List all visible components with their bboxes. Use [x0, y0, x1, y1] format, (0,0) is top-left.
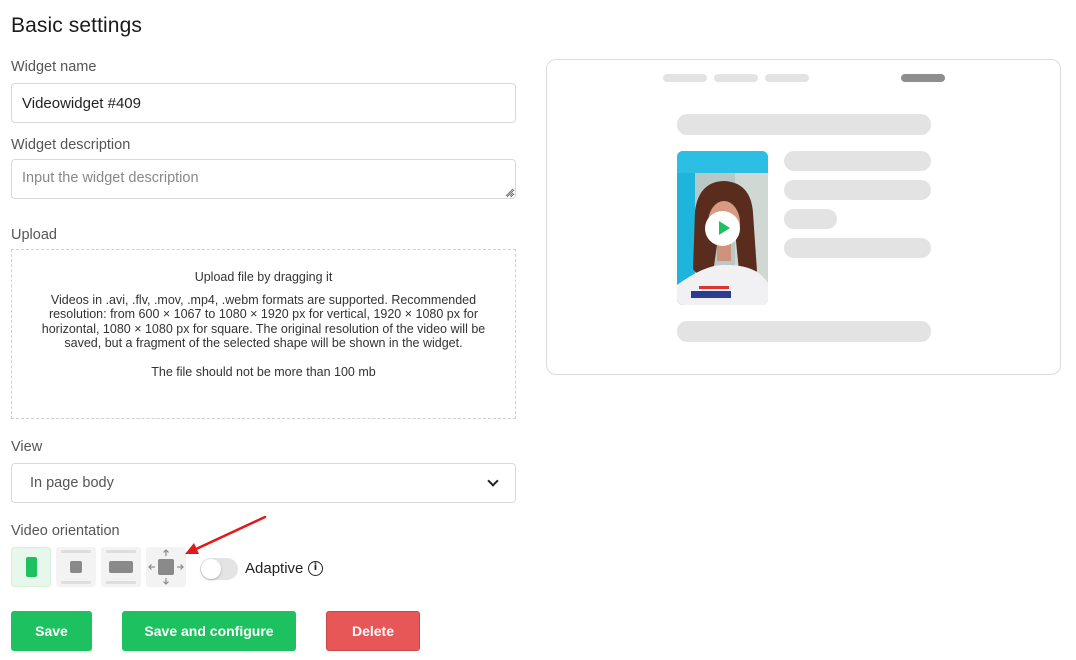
line-decoration: [106, 550, 136, 553]
info-icon[interactable]: i: [308, 561, 323, 576]
line-decoration: [61, 550, 91, 553]
upload-description: Videos in .avi, .flv, .mov, .mp4, .webm …: [41, 292, 486, 351]
play-icon[interactable]: [705, 211, 740, 246]
skeleton-nav-button: [901, 74, 945, 82]
square-orientation-icon: [70, 561, 82, 573]
save-and-configure-button[interactable]: Save and configure: [122, 611, 296, 651]
delete-button[interactable]: Delete: [326, 611, 420, 651]
orientation-vertical-button[interactable]: [11, 547, 51, 587]
skeleton-footer: [677, 321, 931, 342]
toggle-knob: [201, 559, 221, 579]
widget-description-field[interactable]: [11, 159, 516, 199]
upload-label: Upload: [11, 227, 57, 243]
video-orientation-label: Video orientation: [11, 523, 120, 539]
orientation-square-button[interactable]: [56, 547, 96, 587]
skeleton-nav-line: [663, 74, 707, 82]
widget-name-input[interactable]: [11, 83, 516, 123]
upload-dropzone[interactable]: Upload file by dragging it Videos in .av…: [11, 249, 516, 419]
adaptive-toggle[interactable]: [200, 558, 238, 580]
page-title: Basic settings: [11, 14, 142, 37]
skeleton-nav-line: [765, 74, 809, 82]
line-decoration: [61, 581, 91, 584]
skeleton-line: [784, 209, 837, 229]
skeleton-line: [784, 180, 931, 200]
skeleton-heading: [677, 114, 931, 135]
annotation-arrow: [185, 515, 267, 554]
widget-name-label: Widget name: [11, 59, 97, 75]
skeleton-line: [784, 151, 931, 171]
orientation-horizontal-button[interactable]: [101, 547, 141, 587]
view-label: View: [11, 439, 43, 455]
view-select[interactable]: In page body: [11, 463, 516, 503]
upload-title: Upload file by dragging it: [194, 270, 333, 284]
save-button[interactable]: Save: [11, 611, 92, 651]
chevron-down-icon: [487, 475, 499, 487]
resize-handle-icon[interactable]: [505, 188, 514, 197]
skeleton-nav-line: [714, 74, 758, 82]
view-select-value: In page body: [30, 475, 114, 491]
widget-description-label: Widget description: [11, 137, 131, 153]
line-decoration: [106, 581, 136, 584]
upload-size-limit: The file should not be more than 100 mb: [151, 364, 376, 379]
adaptive-label: Adaptive: [245, 560, 304, 577]
vertical-orientation-icon: [26, 557, 37, 577]
video-thumbnail: [677, 151, 768, 305]
horizontal-orientation-icon: [109, 561, 133, 573]
skeleton-line: [784, 238, 931, 258]
